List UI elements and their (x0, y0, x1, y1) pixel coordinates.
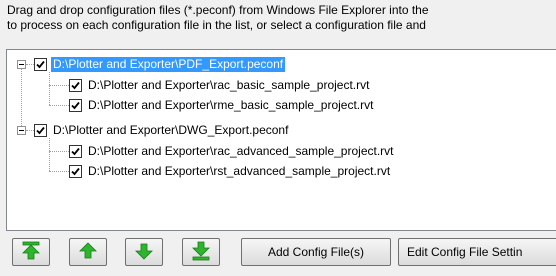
add-config-files-button[interactable]: Add Config File(s) (241, 238, 391, 266)
move-to-top-button[interactable] (12, 238, 50, 266)
tree-node-project[interactable]: D:\Plotter and Exporter\rst_advanced_sam… (69, 161, 392, 181)
move-to-top-icon (21, 241, 41, 264)
tree-line (49, 85, 69, 86)
checkbox[interactable] (69, 144, 82, 158)
tree-line (49, 105, 69, 106)
tree-line (49, 72, 50, 105)
tree-line (26, 130, 34, 131)
move-down-icon (134, 241, 154, 264)
tree-node-config[interactable]: D:\Plotter and Exporter\DWG_Export.pecon… (34, 120, 290, 140)
tree-line (21, 64, 22, 130)
edit-config-settings-button[interactable]: Edit Config File Settin (398, 238, 556, 266)
tree-node-config[interactable]: D:\Plotter and Exporter\PDF_Export.pecon… (34, 54, 286, 74)
tree-node-label[interactable]: D:\Plotter and Exporter\rme_basic_sample… (86, 98, 375, 113)
tree-node-label[interactable]: D:\Plotter and Exporter\PDF_Export.pecon… (51, 56, 286, 72)
tree-node-project[interactable]: D:\Plotter and Exporter\rme_basic_sample… (69, 95, 375, 115)
config-file-tree[interactable]: D:\Plotter and Exporter\PDF_Export.pecon… (6, 49, 556, 231)
tree-node-project[interactable]: D:\Plotter and Exporter\rac_advanced_sam… (69, 141, 396, 161)
move-down-button[interactable] (125, 238, 163, 266)
move-up-button[interactable] (69, 238, 107, 266)
checkbox[interactable] (69, 78, 82, 92)
move-to-bottom-button[interactable] (182, 238, 220, 266)
instructions-text: Drag and drop configuration files (*.pec… (7, 3, 556, 33)
tree-line (26, 64, 34, 65)
checkbox[interactable] (69, 164, 82, 178)
instructions-line-1: Drag and drop configuration files (*.pec… (7, 3, 429, 17)
move-to-bottom-icon (191, 241, 211, 264)
checkbox[interactable] (69, 98, 82, 112)
checkbox[interactable] (34, 123, 47, 137)
tree-line (49, 138, 50, 171)
collapse-icon[interactable] (17, 60, 26, 69)
tree-line (49, 151, 69, 152)
move-up-icon (78, 241, 98, 264)
tree-node-label[interactable]: D:\Plotter and Exporter\DWG_Export.pecon… (51, 123, 290, 138)
instructions-line-2: to process on each configuration file in… (7, 18, 426, 32)
tree-node-label[interactable]: D:\Plotter and Exporter\rst_advanced_sam… (86, 164, 392, 179)
checkbox[interactable] (34, 57, 47, 71)
tree-node-project[interactable]: D:\Plotter and Exporter\rac_basic_sample… (69, 75, 371, 95)
collapse-icon[interactable] (17, 126, 26, 135)
tree-node-label[interactable]: D:\Plotter and Exporter\rac_advanced_sam… (86, 144, 396, 159)
tree-line (49, 171, 69, 172)
tree-node-label[interactable]: D:\Plotter and Exporter\rac_basic_sample… (86, 78, 371, 93)
